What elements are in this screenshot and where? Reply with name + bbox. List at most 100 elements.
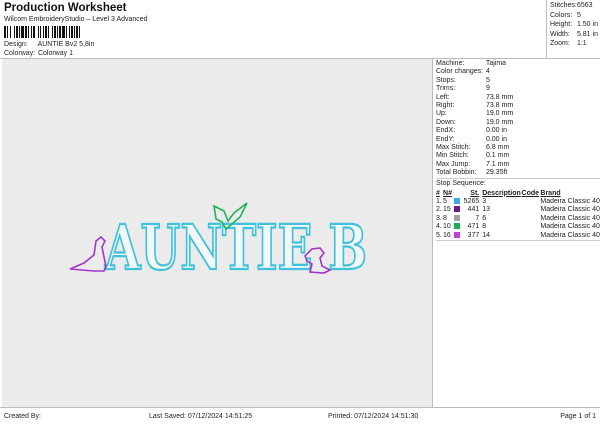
- detail-value: 4: [485, 68, 490, 76]
- detail-label: Max Stitch:: [436, 143, 471, 151]
- stop-sequence-table: # N# St. Description Code Brand 1. 5 5265 3 Madei…: [436, 189, 600, 239]
- created-by: Created By:: [4, 413, 41, 420]
- color-swatch: [453, 231, 460, 238]
- colorway: Colorway: Colorway 1: [4, 50, 73, 57]
- thread-code: [522, 197, 541, 205]
- detail-row: Color changes: 4: [436, 68, 600, 76]
- color-swatch: [453, 206, 460, 213]
- thread-description: 14: [482, 231, 491, 239]
- stitch-count: 377: [467, 231, 480, 239]
- column-header: [454, 189, 463, 197]
- stat-row: Width: 5.81 in: [550, 31, 600, 41]
- column-header: Code: [521, 189, 540, 197]
- table-row: 1. 5 5265 3 Madeira Classic 40: [436, 197, 600, 205]
- stat-value: 1.50 in: [576, 21, 598, 28]
- detail-value: 19.0 mm: [485, 118, 514, 126]
- barcode-bar: [80, 26, 83, 38]
- thread-code: [522, 222, 541, 230]
- stop-index: 2.: [436, 206, 442, 214]
- design-preview: AUNTIE B: [2, 59, 433, 407]
- stat-value: 5: [576, 11, 581, 19]
- thread-brand: Madeira Classic 40: [540, 214, 600, 222]
- stat-value: 6563: [576, 2, 593, 9]
- needle-number: 16: [443, 231, 451, 239]
- thread-code: [522, 231, 541, 239]
- stat-row: Colors: 5: [550, 12, 600, 22]
- last-saved: Last Saved: 07/12/2024 14:51:25: [149, 413, 253, 420]
- detail-row: Left: 73.8 mm: [436, 94, 600, 102]
- thread-description: 6: [482, 214, 487, 222]
- thread-code: [522, 214, 541, 222]
- table-row: 2. 15 441 13 Madeira Classic 40: [436, 206, 600, 214]
- detail-value: 9: [485, 85, 490, 93]
- thread-description: 8: [482, 223, 487, 231]
- software-name: Wilcom EmbroideryStudio – Level 3 Advanc…: [4, 16, 148, 23]
- needle-number: 5: [443, 197, 447, 205]
- thread-description: 3: [482, 197, 487, 205]
- detail-value: Tajima: [485, 60, 507, 67]
- detail-label: Down:: [436, 118, 456, 126]
- stat-value: 5.81 in: [576, 30, 598, 38]
- thread-brand: Madeira Classic 40: [540, 206, 600, 214]
- detail-label: Stops:: [436, 76, 456, 84]
- detail-label: Color changes:: [436, 68, 484, 76]
- stitch-count: 7: [475, 214, 480, 222]
- stat-label: Zoom:: [550, 40, 570, 47]
- detail-value: 5: [485, 76, 490, 84]
- detail-value: 73.8 mm: [485, 101, 514, 109]
- detail-label: Trims:: [436, 85, 456, 93]
- stat-row: Height: 1.50 in: [550, 21, 600, 31]
- column-header: N#: [443, 189, 452, 197]
- detail-value: 6.8 mm: [485, 143, 510, 151]
- stat-label: Width:: [550, 30, 570, 38]
- detail-label: EndY:: [436, 135, 455, 143]
- details-panel: Machine: Tajima Color changes: 4 Stops: 5T…: [434, 59, 600, 242]
- divider: [436, 239, 600, 242]
- detail-value: 0.00 in: [485, 127, 507, 135]
- detail-label: EndX:: [436, 127, 456, 135]
- color-swatch: [453, 198, 460, 205]
- stitch-count: 471: [467, 223, 480, 231]
- detail-label: Min Stitch:: [436, 152, 469, 160]
- detail-value: 0.1 mm: [485, 152, 510, 160]
- detail-row: Min Stitch: 0.1 mm: [436, 152, 600, 160]
- detail-row: EndX: 0.00 in: [436, 127, 600, 135]
- design-value: AUNTIE Bv2 5,8in: [37, 41, 95, 48]
- detail-label: Left:: [436, 93, 450, 101]
- detail-value: 73.8 mm: [485, 93, 514, 101]
- detail-row: Stops: 5: [436, 77, 600, 85]
- detail-row: Up: 19.0 mm: [436, 110, 600, 118]
- column-header: #: [436, 189, 440, 197]
- detail-row: Machine: Tajima: [436, 60, 600, 68]
- printed-date: Printed: 07/12/2024 14:51:30: [328, 413, 419, 420]
- page-title: Production Worksheet: [4, 2, 127, 14]
- detail-label: Up:: [436, 110, 447, 118]
- detail-value: 0.00 in: [485, 135, 507, 143]
- table-row: 4. 10 471 8 Madeira Classic 40: [436, 222, 600, 230]
- detail-row: Max Jump: 7.1 mm: [436, 161, 600, 169]
- table-row: 5. 16 377 14 Madeira Classic 40: [436, 231, 600, 239]
- design-label: Design:: [4, 41, 28, 48]
- color-swatch: [453, 214, 460, 221]
- stat-row: Zoom: 1:1: [550, 40, 600, 50]
- stop-index: 4.: [436, 223, 442, 231]
- stat-label: Colors:: [550, 11, 573, 19]
- needle-number: 8: [443, 214, 447, 222]
- detail-label: Machine:: [436, 60, 465, 67]
- thread-brand: Madeira Classic 40: [540, 231, 600, 239]
- page-number: Page 1 of 1: [560, 413, 596, 420]
- column-header: Brand: [540, 189, 561, 197]
- detail-label: Total Bobbin:: [436, 169, 477, 177]
- needle-number: 15: [443, 206, 451, 214]
- detail-row: Trims: 9: [436, 85, 600, 93]
- stop-sequence-title: Stop Sequence:: [436, 180, 486, 188]
- detail-row: Max Stitch: 6.8 mm: [436, 144, 600, 152]
- stop-index: 3.: [436, 214, 442, 222]
- detail-value: 19.0 mm: [485, 110, 514, 118]
- footer: Created By: Last Saved: 07/12/2024 14:51…: [0, 407, 600, 424]
- color-swatch: [453, 223, 460, 230]
- thread-brand: Madeira Classic 40: [540, 223, 600, 231]
- barcode: [4, 26, 132, 38]
- stop-index: 1.: [436, 197, 442, 205]
- stat-value: 1:1: [576, 40, 587, 47]
